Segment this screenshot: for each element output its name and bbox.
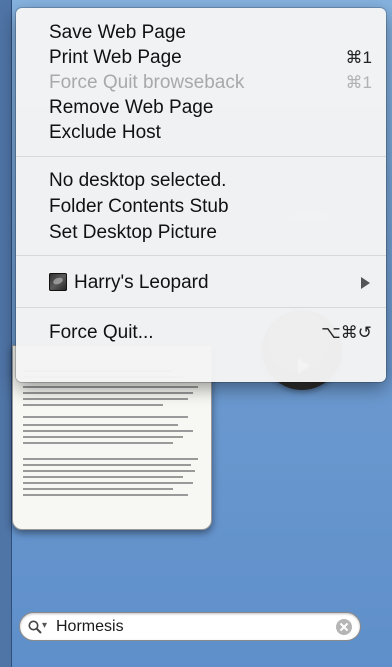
menu-item-save-web-page[interactable]: Save Web Page [16,20,386,44]
text-line [23,482,193,484]
menu-item-label: Print Web Page [49,47,182,68]
text-line [23,398,188,400]
window-edge [0,0,12,667]
menu-item-shortcut: ⌘1 [345,73,372,92]
menu-item-force-quit[interactable]: Force Quit... ⌥⌘↺ [16,320,386,344]
magnifier-icon [28,620,42,634]
text-line [23,386,198,388]
menu-item-label: Harry's Leopard [74,272,209,293]
clear-icon[interactable] [336,619,352,635]
menu-item-label: Set Desktop Picture [49,222,217,243]
text-line [23,424,178,426]
menu-item-no-desktop-selected[interactable]: No desktop selected. [16,168,386,192]
menu-item-remove-web-page[interactable]: Remove Web Page [16,95,386,119]
menu-item-shortcut: ⌥⌘↺ [321,323,372,342]
menu-item-label: Exclude Host [49,122,161,143]
text-line [23,416,188,418]
menu-item-set-desktop-picture[interactable]: Set Desktop Picture [16,220,386,244]
chevron-right-icon [361,277,370,289]
text-line [23,470,195,472]
text-line [23,464,191,466]
menu-separator [16,255,386,256]
menu-item-exclude-host[interactable]: Exclude Host [16,120,386,144]
menu-item-label: Force Quit browseback [49,72,245,93]
menu-item-shortcut: ⌘1 [345,48,372,67]
search-field[interactable]: ▾ Hormesis [19,612,361,641]
menu-item-print-web-page[interactable]: Print Web Page ⌘1 [16,45,386,69]
text-line [23,476,183,478]
menu-item-label: Remove Web Page [49,97,214,118]
text-line [23,442,173,444]
menu-item-folder-contents-stub[interactable]: Folder Contents Stub [16,194,386,218]
menu-item-label: Save Web Page [49,22,186,43]
menu-item-label: Folder Contents Stub [49,196,229,217]
text-line [23,404,163,406]
menu-item-force-quit-browseback: Force Quit browseback ⌘1 [16,70,386,94]
search-menu-caret[interactable]: ▾ [42,620,47,631]
menu-separator [16,307,386,308]
menu-item-label: No desktop selected. [49,170,227,191]
leopard-thumbnail-icon [49,273,67,291]
text-line [23,392,193,394]
menu-item-harrys-leopard[interactable]: Harry's Leopard [16,270,386,294]
menu-separator [16,156,386,157]
text-line [23,458,198,460]
context-menu: Save Web Page Print Web Page ⌘1 Force Qu… [16,8,386,382]
text-line [23,436,183,438]
text-line [23,430,193,432]
text-line [23,488,173,490]
menu-item-label: Force Quit... [49,322,154,343]
text-line [23,494,188,496]
search-input-value[interactable]: Hormesis [56,618,124,636]
